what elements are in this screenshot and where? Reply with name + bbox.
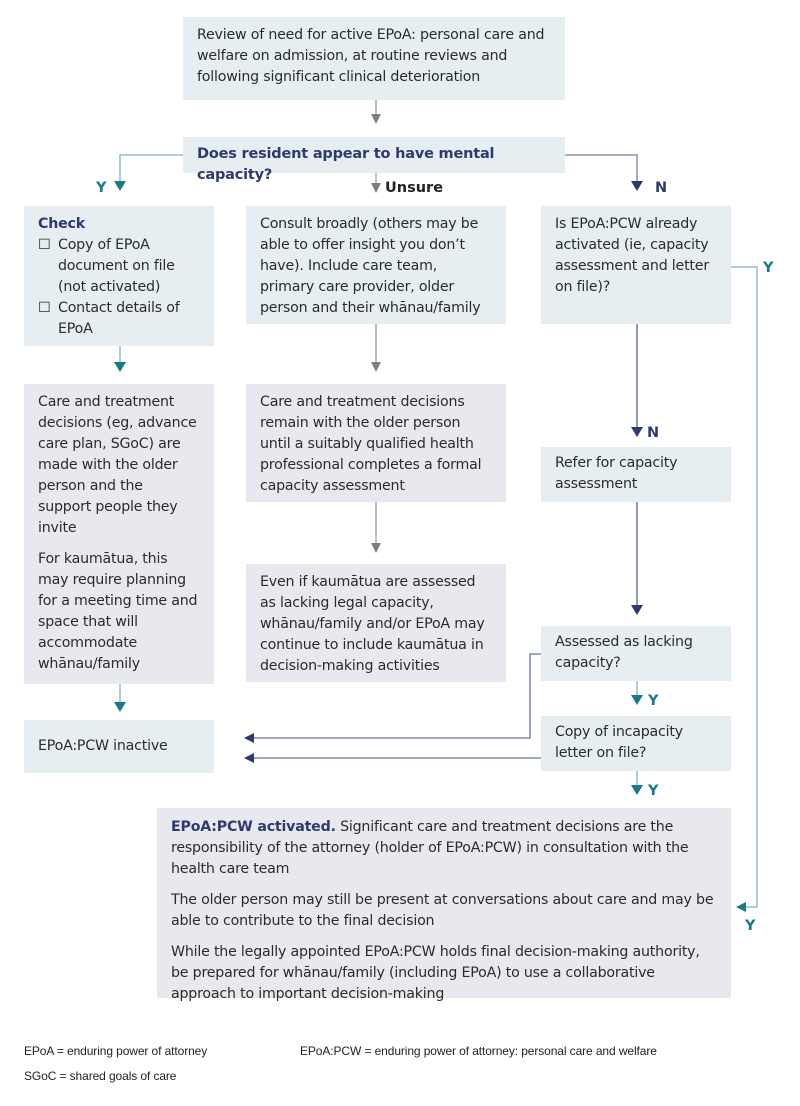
activated-paragraph-authority: While the legally appointed EPoA:PCW hol… — [171, 944, 700, 1002]
connector-already-activated-yes — [731, 266, 758, 908]
inactive-box: EPoA:PCW inactive — [24, 720, 214, 773]
arrow-lacking-letter — [631, 695, 643, 705]
consult-box: Consult broadly (others may be able to o… — [246, 206, 506, 324]
arrow-already-activated-yes — [736, 902, 746, 912]
check-title: Check — [38, 216, 85, 232]
activated-title: EPoA:PCW activated. — [171, 819, 336, 835]
decisions-paragraph: Care and treatment decisions (eg, advanc… — [38, 394, 197, 536]
label-lacking-yes: Y — [648, 693, 659, 709]
kaumatua-text: Even if kaumātua are assessed as lacking… — [260, 574, 485, 674]
kaumatua-box: Even if kaumātua are assessed as lacking… — [246, 564, 506, 682]
label-refer-no: N — [647, 425, 660, 441]
checklist-item[interactable]: ☐ Contact details of EPoA — [38, 298, 200, 340]
arrow-remain-kaumatua — [371, 543, 381, 553]
arrow-question-yes — [114, 181, 126, 191]
start-text: Review of need for active EPoA: personal… — [197, 27, 545, 85]
connector-question-no — [565, 154, 638, 181]
checklist-item-text: Copy of EPoA document on file (not activ… — [58, 237, 175, 295]
activated-paragraph-conversations: The older person may still be present at… — [171, 892, 714, 929]
consult-text: Consult broadly (others may be able to o… — [260, 216, 481, 316]
label-yes: Y — [96, 180, 107, 196]
activated-box: EPoA:PCW activated. Significant care and… — [157, 808, 731, 1002]
arrow-question-no — [631, 181, 643, 191]
arrow-question-unsure — [371, 183, 381, 193]
label-letter-yes: Y — [648, 783, 659, 799]
legend-epoa-pcw: EPoA:PCW = enduring power of attorney: p… — [300, 1044, 657, 1058]
checklist-item[interactable]: ☐ Copy of EPoA document on file (not act… — [38, 235, 200, 298]
check-box: Check ☐ Copy of EPoA document on file (n… — [24, 206, 214, 346]
activated-paragraph: EPoA:PCW activated. Significant care and… — [171, 817, 717, 880]
arrow-letter-inactive — [244, 753, 254, 763]
label-unsure: Unsure — [385, 180, 444, 196]
checkbox-icon[interactable]: ☐ — [38, 235, 58, 298]
arrow-consult-remain — [371, 362, 381, 372]
question-box: Does resident appear to have mental capa… — [183, 137, 565, 183]
arrow-start-question — [371, 114, 381, 124]
incapacity-letter-box: Copy of incapacity letter on file? — [541, 716, 731, 771]
refer-text: Refer for capacity assessment — [555, 455, 678, 492]
label-activated-yes: Y — [745, 918, 756, 934]
checkbox-icon[interactable]: ☐ — [38, 298, 58, 340]
already-activated-box: Is EPoA:PCW already activated (ie, capac… — [541, 206, 731, 324]
legend-epoa: EPoA = enduring power of attorney — [24, 1044, 208, 1058]
arrow-decisions-inactive — [114, 702, 126, 712]
start-box: Review of need for active EPoA: personal… — [183, 17, 565, 100]
label-already-activated-yes: Y — [763, 260, 774, 276]
arrow-activated-refer — [631, 427, 643, 437]
remain-text: Care and treatment decisions remain with… — [260, 394, 482, 494]
kaumatua-planning-paragraph: For kaumātua, this may require planning … — [38, 551, 198, 672]
decisions-box: Care and treatment decisions (eg, advanc… — [24, 384, 214, 684]
lacking-capacity-box: Assessed as lacking capacity? — [541, 626, 731, 681]
lacking-capacity-text: Assessed as lacking capacity? — [555, 634, 693, 671]
label-no: N — [655, 180, 668, 196]
connector-question-yes — [119, 154, 183, 181]
already-activated-text: Is EPoA:PCW already activated (ie, capac… — [555, 216, 709, 295]
refer-box: Refer for capacity assessment — [541, 447, 731, 502]
remain-box: Care and treatment decisions remain with… — [246, 384, 506, 502]
arrow-check-decisions — [114, 362, 126, 372]
checklist-item-text: Contact details of EPoA — [58, 300, 180, 337]
inactive-text: EPoA:PCW inactive — [38, 738, 168, 754]
arrow-lacking-inactive — [244, 733, 254, 743]
incapacity-letter-text: Copy of incapacity letter on file? — [555, 724, 683, 761]
arrow-letter-activated — [631, 785, 643, 795]
legend-sgoc: SGoC = shared goals of care — [24, 1069, 177, 1083]
arrow-refer-lacking — [631, 605, 643, 615]
